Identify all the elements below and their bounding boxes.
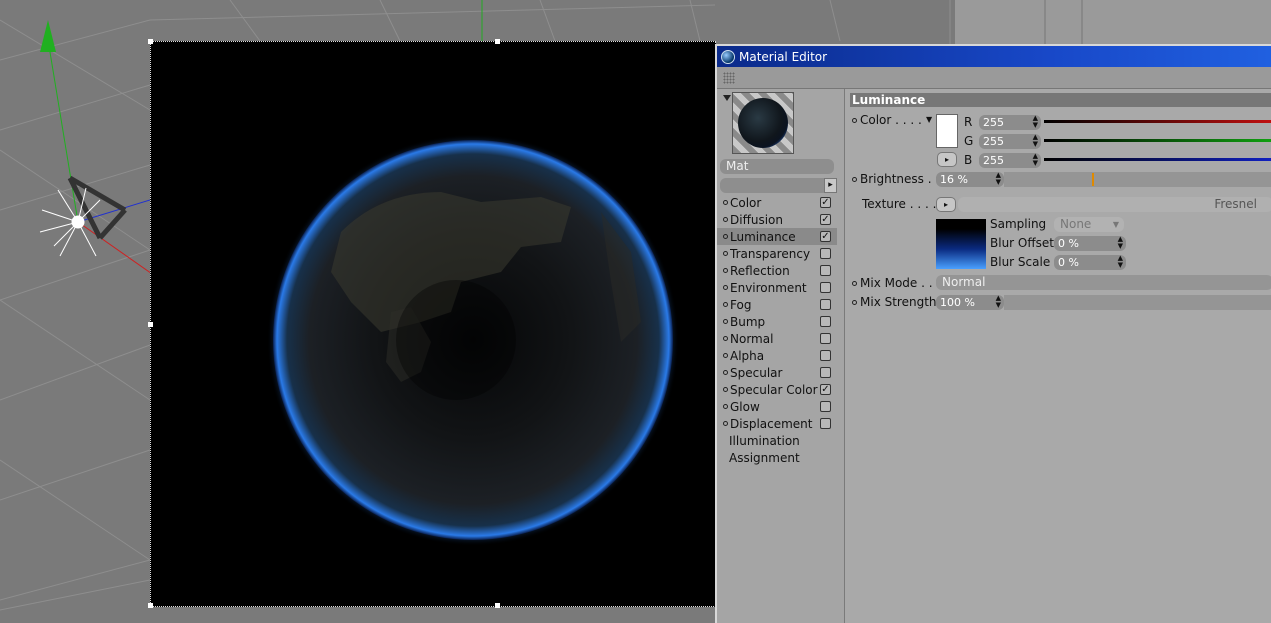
channel-checkbox[interactable]: [820, 316, 831, 327]
channel-displacement[interactable]: Displacement: [717, 415, 837, 432]
channel-label: Reflection: [730, 263, 790, 278]
channel-checkbox[interactable]: [820, 265, 831, 276]
blur-offset-field[interactable]: 0 % ▲ ▼: [1054, 236, 1126, 251]
channel-checkbox[interactable]: [820, 333, 831, 344]
b-field[interactable]: 255 ▲ ▼: [979, 153, 1041, 168]
channel-illumination[interactable]: Illumination: [717, 432, 837, 449]
channel-label: Glow: [730, 399, 760, 414]
chevron-down-icon[interactable]: ▼: [926, 115, 932, 124]
globe-icon: [721, 49, 735, 64]
channel-checkbox[interactable]: [820, 401, 831, 412]
channel-label: Environment: [730, 280, 807, 295]
brightness-label: Brightness . .: [852, 172, 939, 186]
channel-fog[interactable]: Fog: [717, 296, 837, 313]
texture-menu-button[interactable]: ▸: [936, 197, 956, 212]
channel-label: Bump: [730, 314, 766, 329]
r-slider[interactable]: [1044, 120, 1271, 123]
blur-scale-label: Blur Scale: [990, 255, 1051, 269]
grip-icon[interactable]: [723, 72, 735, 84]
scroll-right-icon[interactable]: ▸: [824, 178, 837, 193]
mix-mode-dropdown[interactable]: Normal: [936, 275, 1271, 290]
channel-assignment[interactable]: Assignment: [717, 449, 837, 466]
brightness-field[interactable]: 16 % ▲ ▼: [936, 172, 1004, 187]
color-label: Color . . . .: [852, 113, 922, 127]
channel-checkbox[interactable]: ✓: [820, 214, 831, 225]
b-slider[interactable]: [1044, 158, 1271, 161]
channel-label: Specular Color: [730, 382, 818, 397]
blur-scale-field[interactable]: 0 % ▲ ▼: [1054, 255, 1126, 270]
toolbar: [717, 67, 1271, 89]
material-preview[interactable]: [732, 92, 794, 154]
channel-bump[interactable]: Bump: [717, 313, 837, 330]
g-field[interactable]: 255 ▲ ▼: [979, 134, 1041, 149]
r-label: R: [964, 115, 973, 129]
material-editor-window[interactable]: Material Editor Mat ▸ Color ✓ Diffusion ✓ Lu…: [715, 44, 1271, 623]
channel-checkbox[interactable]: [820, 282, 831, 293]
channel-label: Alpha: [730, 348, 765, 363]
r-field[interactable]: 255 ▲ ▼: [979, 115, 1041, 130]
earth-render: [267, 134, 679, 546]
channel-environment[interactable]: Environment: [717, 279, 837, 296]
g-slider[interactable]: [1044, 139, 1271, 142]
texture-name[interactable]: Fresnel: [958, 197, 1271, 212]
channel-diffusion[interactable]: Diffusion ✓: [717, 211, 837, 228]
mix-strength-field[interactable]: 100 % ▲ ▼: [936, 295, 1004, 310]
sampling-dropdown[interactable]: None ▼: [1054, 217, 1124, 232]
color-expand-button[interactable]: ▸: [937, 152, 957, 167]
channel-checkbox[interactable]: [820, 350, 831, 361]
channel-specular-color[interactable]: Specular Color ✓: [717, 381, 837, 398]
channel-checkbox[interactable]: [820, 367, 831, 378]
channel-transparency[interactable]: Transparency: [717, 245, 837, 262]
channel-pane: Mat ▸ Color ✓ Diffusion ✓ Luminance ✓ Transpar…: [717, 89, 845, 623]
brightness-slider[interactable]: [1004, 172, 1271, 187]
channel-label: Transparency: [730, 246, 811, 261]
color-swatch[interactable]: [936, 114, 958, 148]
section-title: Luminance: [850, 93, 1271, 107]
channel-reflection[interactable]: Reflection: [717, 262, 837, 279]
channel-settings: Luminance Color . . . . ▼ R 255 ▲ ▼ G 255 ▲…: [846, 89, 1271, 623]
channel-label: Illumination: [729, 433, 800, 448]
channel-label: Color: [730, 195, 762, 210]
channel-alpha[interactable]: Alpha: [717, 347, 837, 364]
channel-label: Diffusion: [730, 212, 783, 227]
b-label: B: [964, 153, 973, 167]
channel-checkbox[interactable]: [820, 248, 831, 259]
channel-label: Assignment: [729, 450, 800, 465]
texture-label: Texture . . . .: [862, 197, 937, 211]
render-view[interactable]: [148, 39, 716, 608]
channel-label: Luminance: [730, 229, 796, 244]
channel-specular[interactable]: Specular: [717, 364, 837, 381]
channel-label: Fog: [730, 297, 752, 312]
channel-label: Displacement: [730, 416, 813, 431]
3d-viewport[interactable]: Material Editor Mat ▸ Color ✓ Diffusion ✓ Lu…: [0, 0, 1271, 623]
channel-normal[interactable]: Normal: [717, 330, 837, 347]
mix-mode-label: Mix Mode . .: [852, 276, 933, 290]
window-title: Material Editor: [739, 49, 828, 64]
channel-color[interactable]: Color ✓: [717, 194, 837, 211]
channel-checkbox[interactable]: [820, 418, 831, 429]
channel-checkbox[interactable]: ✓: [820, 231, 831, 242]
camera-object: [67, 175, 127, 240]
channel-luminance[interactable]: Luminance ✓: [717, 228, 837, 245]
g-label: G: [964, 134, 974, 148]
mix-strength-slider[interactable]: [1004, 295, 1271, 310]
material-name-field[interactable]: Mat: [720, 159, 834, 174]
texture-preview[interactable]: [936, 219, 986, 269]
channel-checkbox[interactable]: ✓: [820, 197, 831, 208]
preview-scroll-track[interactable]: [720, 178, 824, 193]
title-bar[interactable]: Material Editor: [717, 46, 1271, 67]
collapse-triangle-icon[interactable]: [723, 95, 731, 101]
channel-glow[interactable]: Glow: [717, 398, 837, 415]
blur-offset-label: Blur Offset: [990, 236, 1054, 250]
y-axis-arrow: [40, 20, 56, 52]
channel-label: Normal: [730, 331, 774, 346]
channel-checkbox[interactable]: [820, 299, 831, 310]
sampling-label: Sampling: [990, 217, 1047, 231]
channel-label: Specular: [730, 365, 783, 380]
mix-strength-label: Mix Strength: [852, 295, 937, 309]
channel-checkbox[interactable]: ✓: [820, 384, 831, 395]
